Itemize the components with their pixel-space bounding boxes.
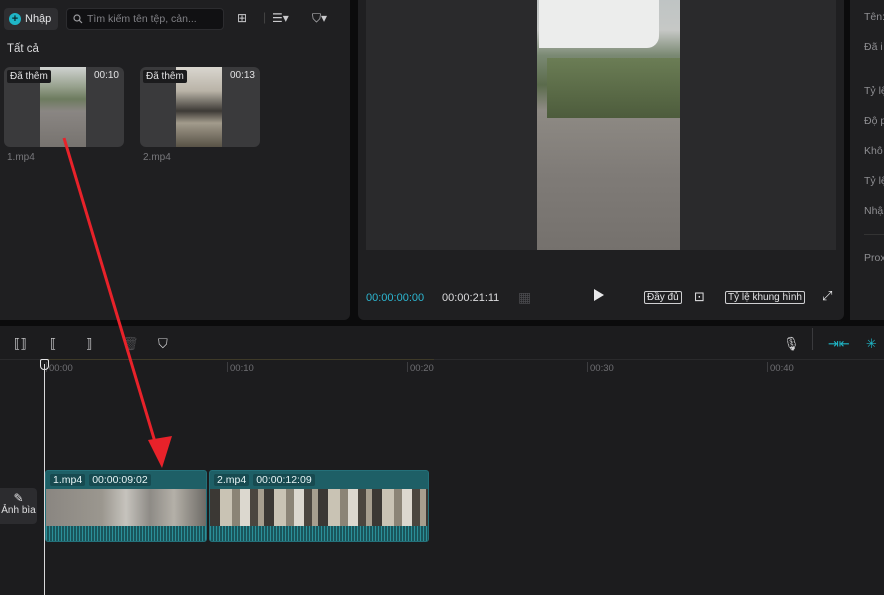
annotation-arrow (62, 137, 172, 468)
arrow-line (62, 137, 160, 453)
arrow-head (148, 436, 172, 468)
